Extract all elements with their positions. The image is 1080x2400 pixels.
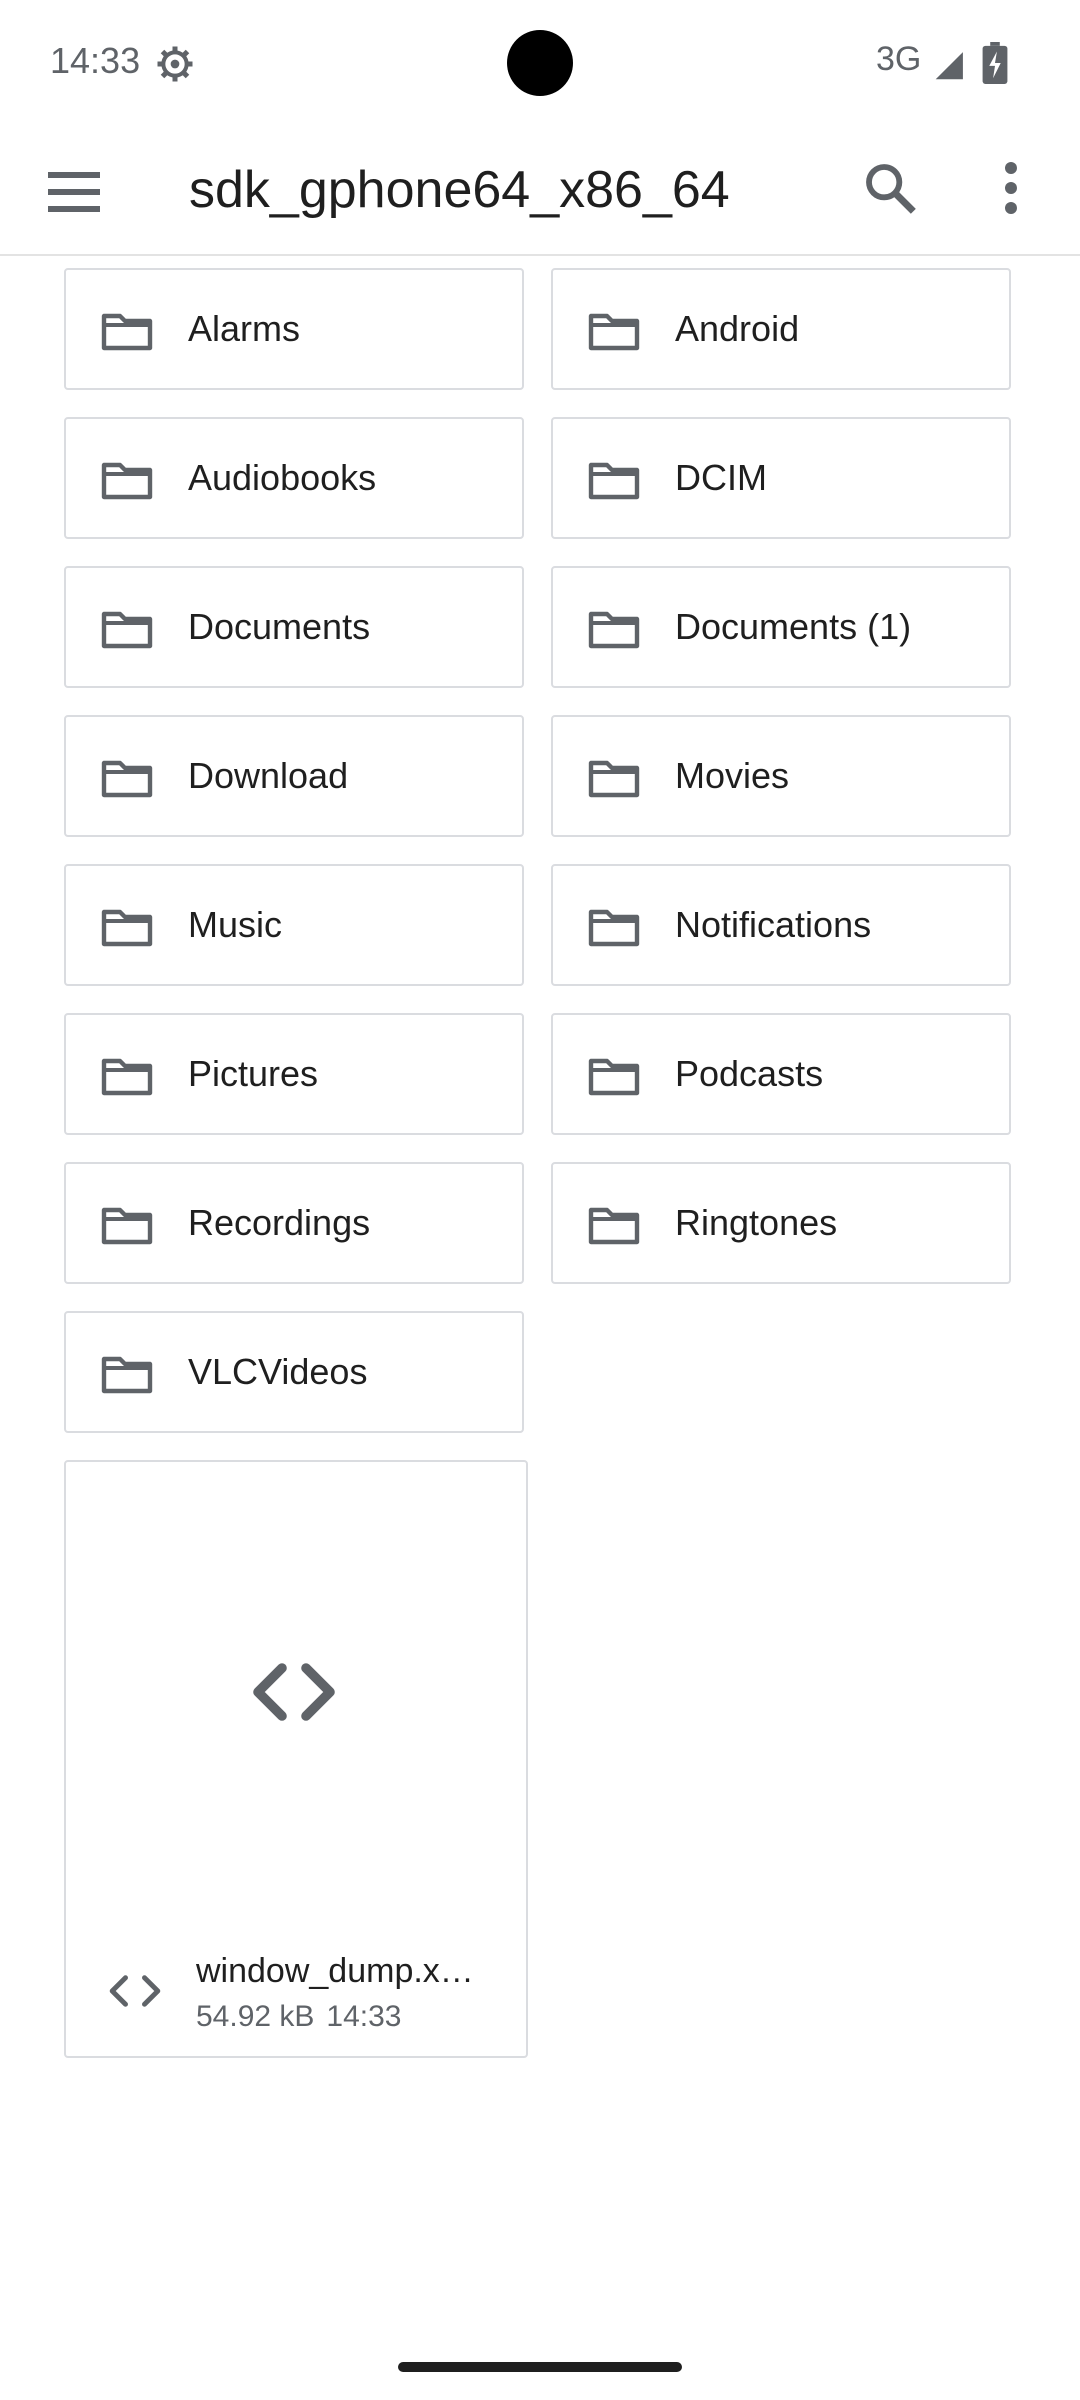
camera-cutout [507,30,573,96]
app-toolbar: sdk_gphone64_x86_64 [0,130,1080,256]
hamburger-menu-icon[interactable] [44,166,104,218]
file-card[interactable]: window_dump.x… 54.92 kB 14:33 [64,1460,528,2058]
folder-tile-vlcvideos[interactable]: VLCVideos [64,1311,524,1433]
code-file-icon [253,1663,335,1721]
folder-tile-documents[interactable]: Documents [64,566,524,688]
folder-tile-podcasts[interactable]: Podcasts [551,1013,1011,1135]
folder-label: Documents (1) [675,606,912,647]
more-vert-icon[interactable] [996,158,1026,218]
battery-charging-icon [982,42,1008,84]
folder-icon [101,1058,153,1096]
folder-label: Audiobooks [188,457,377,498]
folder-label: Download [188,755,349,796]
folder-tile-dcim[interactable]: DCIM [551,417,1011,539]
folder-label: Pictures [188,1053,319,1094]
gesture-nav-bar[interactable] [398,2362,682,2372]
folder-icon [588,760,640,798]
file-time: 14:33 [326,2000,402,2033]
folder-icon [101,611,153,649]
file-name: window_dump.x… [196,1952,474,1990]
folder-label: Documents [188,606,371,647]
folder-tile-alarms[interactable]: Alarms [64,268,524,390]
folder-label: Movies [675,755,790,796]
folder-icon [588,611,640,649]
page-title: sdk_gphone64_x86_64 [189,161,730,219]
search-icon[interactable] [862,158,918,218]
folder-icon [101,760,153,798]
folder-icon [101,1356,153,1394]
folder-tile-recordings[interactable]: Recordings [64,1162,524,1284]
file-meta: 54.92 kB 14:33 [196,2000,402,2034]
folder-label: Android [675,308,800,349]
folder-tile-download[interactable]: Download [64,715,524,837]
folder-icon [588,909,640,947]
status-time: 14:33 [50,40,141,81]
folder-tile-audiobooks[interactable]: Audiobooks [64,417,524,539]
settings-gear-icon [157,46,193,82]
folder-icon [588,462,640,500]
folder-icon [101,313,153,351]
folder-icon [101,1207,153,1245]
folder-icon [588,313,640,351]
folder-icon [101,909,153,947]
signal-icon [935,52,968,80]
code-icon [109,1975,161,2007]
folder-tile-music[interactable]: Music [64,864,524,986]
folder-label: Alarms [188,308,301,349]
folder-tile-android[interactable]: Android [551,268,1011,390]
folder-tile-documents-1[interactable]: Documents (1) [551,566,1011,688]
folder-icon [588,1207,640,1245]
file-size: 54.92 kB [196,2000,315,2033]
folder-tile-movies[interactable]: Movies [551,715,1011,837]
folder-label: Notifications [675,904,872,945]
folder-tile-notifications[interactable]: Notifications [551,864,1011,986]
folder-label: DCIM [675,457,767,498]
folder-label: Music [188,904,283,945]
folder-icon [588,1058,640,1096]
folder-tile-ringtones[interactable]: Ringtones [551,1162,1011,1284]
status-bar: 14:33 3G [0,0,1080,130]
folder-tile-pictures[interactable]: Pictures [64,1013,524,1135]
folder-label: Podcasts [675,1053,824,1094]
folder-label: Ringtones [675,1202,838,1243]
folder-label: Recordings [188,1202,371,1243]
network-type: 3G [876,40,922,78]
folder-label: VLCVideos [188,1351,368,1392]
folder-icon [101,462,153,500]
